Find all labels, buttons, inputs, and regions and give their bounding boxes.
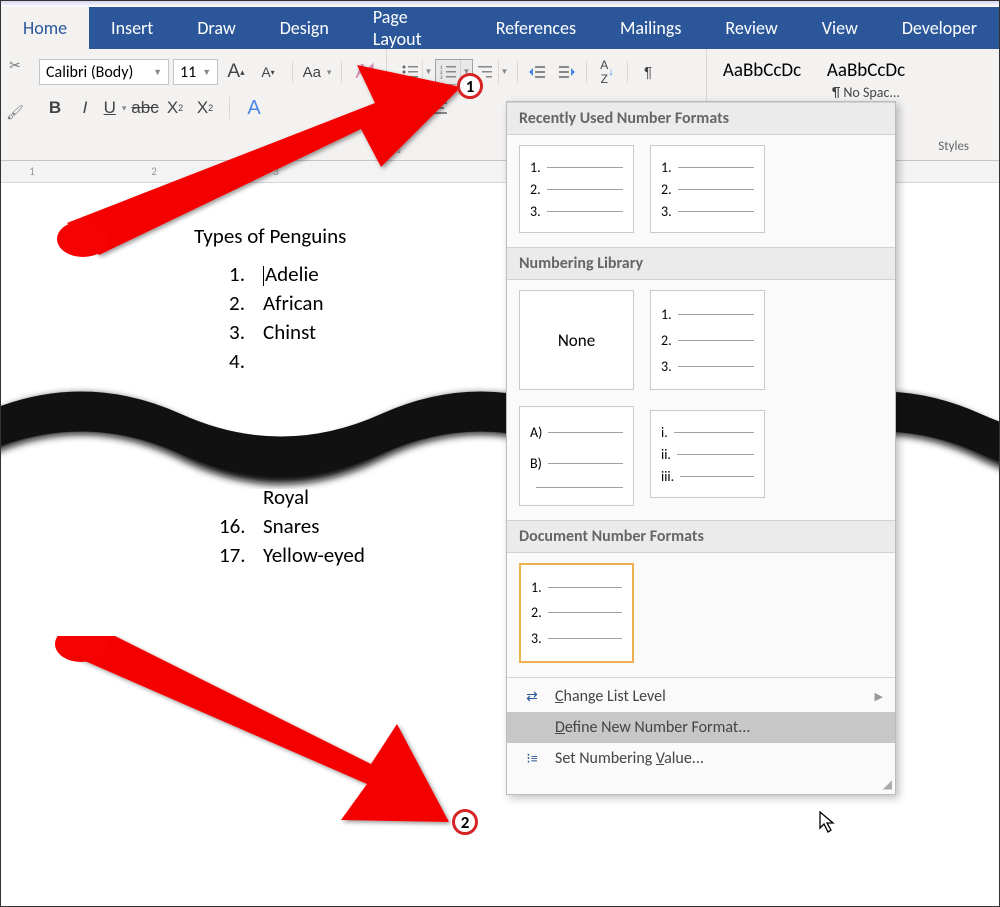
clear-formatting-button[interactable]: A◢ xyxy=(352,59,380,85)
number-format-swatch[interactable]: 1. 2. 3. xyxy=(519,145,634,233)
align-center-button[interactable] xyxy=(425,95,453,121)
menu-change-list-level[interactable]: ⇄ Change List Level ▶ xyxy=(507,681,895,712)
sort-button[interactable]: AZ↓ xyxy=(593,59,621,85)
bold-button[interactable]: B xyxy=(43,95,67,121)
tab-draw[interactable]: Draw xyxy=(175,7,257,49)
italic-button[interactable]: I xyxy=(73,95,97,121)
align-left-button[interactable] xyxy=(397,95,425,121)
style-sample-text: AaBbCcDc xyxy=(723,59,801,82)
tab-review[interactable]: Review xyxy=(703,7,799,49)
number-format-swatch-current[interactable]: 1. 2. 3. xyxy=(519,563,634,663)
style-normal[interactable]: AaBbCcDc xyxy=(719,59,805,101)
decrease-indent-button[interactable] xyxy=(524,59,552,85)
subscript-button[interactable]: X2 xyxy=(163,95,187,121)
dropdown-arrow-icon: ▼ xyxy=(153,67,162,78)
ribbon-tabs: Home Insert Draw Design Page Layout Refe… xyxy=(1,7,999,49)
font-name-value: Calibri (Body) xyxy=(46,63,133,82)
underline-button[interactable]: U ▾ xyxy=(103,95,127,121)
strikethrough-button[interactable]: abc xyxy=(133,95,157,121)
menu-set-numbering-value[interactable]: ⁝≡ Set Numbering Value... xyxy=(507,743,895,774)
change-level-icon: ⇄ xyxy=(521,688,543,705)
increase-indent-button[interactable] xyxy=(552,59,580,85)
styles-group-label: Styles xyxy=(938,139,969,154)
paragraph-dialog-launcher-icon[interactable]: ↘ xyxy=(393,143,402,156)
tab-view[interactable]: View xyxy=(800,7,880,49)
font-size-value: 11 xyxy=(180,63,196,82)
dropdown-arrow-icon: ▼ xyxy=(202,67,211,78)
bullets-button[interactable]: ▼ xyxy=(397,59,435,85)
tab-references[interactable]: References xyxy=(474,7,598,49)
mouse-cursor-icon xyxy=(819,811,839,839)
ruler-mark: 3 xyxy=(271,165,281,178)
menu-define-new-number-format[interactable]: Define New Number Format... xyxy=(507,712,895,743)
callout-marker-1: 1 xyxy=(457,73,483,99)
dropdown-arrow-icon: ▼ xyxy=(498,60,510,84)
tab-page-layout[interactable]: Page Layout xyxy=(351,7,474,49)
annotation-arrow-2 xyxy=(51,636,451,846)
tab-design[interactable]: Design xyxy=(258,7,351,49)
section-recent-header: Recently Used Number Formats xyxy=(507,102,895,135)
text-effects-button[interactable]: A xyxy=(242,95,266,121)
cut-icon[interactable]: ✂ xyxy=(9,57,21,74)
number-format-none[interactable]: None xyxy=(519,290,634,390)
submenu-arrow-icon: ▶ xyxy=(875,690,883,703)
number-format-swatch[interactable]: 1. 2. 3. xyxy=(650,145,765,233)
tab-insert[interactable]: Insert xyxy=(89,7,175,49)
numbering-icon: 123 xyxy=(436,60,460,84)
change-case-button[interactable]: Aa▾ xyxy=(303,59,331,85)
tab-mailings[interactable]: Mailings xyxy=(598,7,703,49)
number-format-swatch[interactable]: A) B) xyxy=(519,406,634,506)
font-name-combo[interactable]: Calibri (Body) ▼ xyxy=(39,59,169,85)
increase-font-size-button[interactable]: A▴ xyxy=(222,59,250,85)
format-painter-icon[interactable]: 🖌 xyxy=(6,104,24,121)
tab-home[interactable]: Home xyxy=(1,7,89,49)
font-dialog-launcher-icon[interactable]: ↘ xyxy=(371,143,380,156)
ruler-mark: 1 xyxy=(27,165,37,178)
number-format-swatch[interactable]: i. ii. iii. xyxy=(650,410,765,498)
font-size-combo[interactable]: 11 ▼ xyxy=(173,59,218,85)
ruler-mark: 2 xyxy=(149,165,159,178)
bullets-icon xyxy=(398,60,422,84)
show-marks-button[interactable]: ¶ xyxy=(634,59,662,85)
section-library-header: Numbering Library xyxy=(507,247,895,280)
number-format-swatch[interactable]: 1. 2. 3. xyxy=(650,290,765,390)
superscript-button[interactable]: X2 xyxy=(193,95,217,121)
tab-developer[interactable]: Developer xyxy=(880,7,999,49)
dropdown-arrow-icon: ▼ xyxy=(422,60,434,84)
numbering-dropdown-panel: Recently Used Number Formats 1. 2. 3. 1.… xyxy=(506,101,896,795)
callout-marker-2: 2 xyxy=(452,809,478,835)
decrease-font-size-button[interactable]: A▾ xyxy=(254,59,282,85)
resize-grip-icon[interactable]: ◢ xyxy=(507,777,895,794)
section-document-header: Document Number Formats xyxy=(507,520,895,553)
font-group: Calibri (Body) ▼ 11 ▼ A▴ A▾ Aa▾ A◢ B I U… xyxy=(29,49,387,160)
style-sample-text: AaBbCcDc xyxy=(827,59,905,82)
svg-text:3: 3 xyxy=(440,75,443,79)
style-no-spacing[interactable]: AaBbCcDc ¶ No Spac... xyxy=(823,59,909,101)
style-caption: ¶ No Spac... xyxy=(832,84,900,101)
set-value-icon: ⁝≡ xyxy=(521,750,543,767)
